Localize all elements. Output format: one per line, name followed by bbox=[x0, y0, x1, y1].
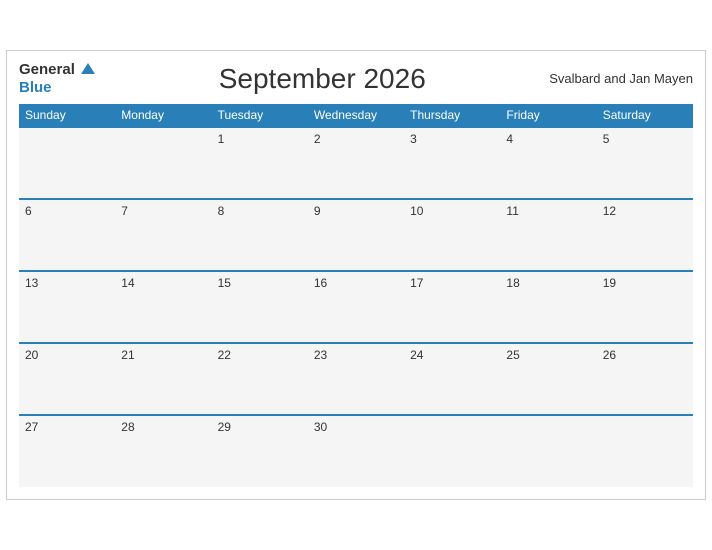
day-cell-28: 28 bbox=[115, 415, 211, 487]
day-cell-18: 18 bbox=[500, 271, 596, 343]
day-cell-15: 15 bbox=[212, 271, 308, 343]
day-number-15: 15 bbox=[218, 276, 231, 290]
day-number-16: 16 bbox=[314, 276, 327, 290]
day-number-18: 18 bbox=[506, 276, 519, 290]
day-number-27: 27 bbox=[25, 420, 38, 434]
day-cell-27: 27 bbox=[19, 415, 115, 487]
day-number-28: 28 bbox=[121, 420, 134, 434]
weekday-header-sunday: Sunday bbox=[19, 104, 115, 127]
day-number-1: 1 bbox=[218, 132, 225, 146]
day-number-29: 29 bbox=[218, 420, 231, 434]
week-row-1: 1 2 3 4 5 bbox=[19, 127, 693, 199]
day-number-4: 4 bbox=[506, 132, 513, 146]
day-cell-22: 22 bbox=[212, 343, 308, 415]
weekday-header-wednesday: Wednesday bbox=[308, 104, 404, 127]
day-cell-7: 7 bbox=[115, 199, 211, 271]
week-row-5: 27 28 29 30 bbox=[19, 415, 693, 487]
calendar-header: General Blue September 2026 Svalbard and… bbox=[19, 61, 693, 96]
week-row-3: 13 14 15 16 17 18 19 bbox=[19, 271, 693, 343]
day-number-10: 10 bbox=[410, 204, 423, 218]
day-cell-2: 2 bbox=[308, 127, 404, 199]
day-number-26: 26 bbox=[603, 348, 616, 362]
day-cell-29: 29 bbox=[212, 415, 308, 487]
day-cell-4: 4 bbox=[500, 127, 596, 199]
day-number-20: 20 bbox=[25, 348, 38, 362]
logo-blue-text: Blue bbox=[19, 79, 52, 96]
day-cell-12: 12 bbox=[597, 199, 693, 271]
day-number-23: 23 bbox=[314, 348, 327, 362]
day-number-3: 3 bbox=[410, 132, 417, 146]
day-cell-17: 17 bbox=[404, 271, 500, 343]
weekday-header-monday: Monday bbox=[115, 104, 211, 127]
empty-cell bbox=[19, 127, 115, 199]
day-cell-19: 19 bbox=[597, 271, 693, 343]
day-number-2: 2 bbox=[314, 132, 321, 146]
day-cell-20: 20 bbox=[19, 343, 115, 415]
weekday-header-friday: Friday bbox=[500, 104, 596, 127]
weekday-header-row: SundayMondayTuesdayWednesdayThursdayFrid… bbox=[19, 104, 693, 127]
day-cell-21: 21 bbox=[115, 343, 211, 415]
day-number-17: 17 bbox=[410, 276, 423, 290]
day-cell-1: 1 bbox=[212, 127, 308, 199]
day-number-11: 11 bbox=[506, 204, 518, 218]
empty-cell bbox=[597, 415, 693, 487]
day-cell-5: 5 bbox=[597, 127, 693, 199]
day-cell-10: 10 bbox=[404, 199, 500, 271]
calendar-grid: SundayMondayTuesdayWednesdayThursdayFrid… bbox=[19, 104, 693, 487]
day-number-6: 6 bbox=[25, 204, 32, 218]
calendar-container: General Blue September 2026 Svalbard and… bbox=[6, 50, 706, 500]
weekday-header-saturday: Saturday bbox=[597, 104, 693, 127]
weekday-header-thursday: Thursday bbox=[404, 104, 500, 127]
day-cell-25: 25 bbox=[500, 343, 596, 415]
day-cell-6: 6 bbox=[19, 199, 115, 271]
day-cell-26: 26 bbox=[597, 343, 693, 415]
day-number-9: 9 bbox=[314, 204, 321, 218]
day-cell-30: 30 bbox=[308, 415, 404, 487]
day-cell-23: 23 bbox=[308, 343, 404, 415]
week-row-2: 6 7 8 9 10 11 12 bbox=[19, 199, 693, 271]
logo: General Blue bbox=[19, 61, 95, 96]
logo-top: General bbox=[19, 61, 95, 79]
logo-triangle-icon bbox=[81, 63, 95, 74]
day-number-30: 30 bbox=[314, 420, 327, 434]
day-cell-9: 9 bbox=[308, 199, 404, 271]
day-cell-16: 16 bbox=[308, 271, 404, 343]
day-cell-3: 3 bbox=[404, 127, 500, 199]
weekday-header-tuesday: Tuesday bbox=[212, 104, 308, 127]
month-title: September 2026 bbox=[95, 63, 549, 95]
day-cell-8: 8 bbox=[212, 199, 308, 271]
empty-cell bbox=[500, 415, 596, 487]
week-row-4: 20 21 22 23 24 25 26 bbox=[19, 343, 693, 415]
empty-cell bbox=[115, 127, 211, 199]
day-number-22: 22 bbox=[218, 348, 231, 362]
day-number-8: 8 bbox=[218, 204, 225, 218]
day-number-5: 5 bbox=[603, 132, 610, 146]
day-cell-11: 11 bbox=[500, 199, 596, 271]
day-number-12: 12 bbox=[603, 204, 616, 218]
day-cell-14: 14 bbox=[115, 271, 211, 343]
day-number-7: 7 bbox=[121, 204, 128, 218]
logo-general-text: General bbox=[19, 61, 75, 78]
day-cell-13: 13 bbox=[19, 271, 115, 343]
day-number-13: 13 bbox=[25, 276, 38, 290]
day-number-24: 24 bbox=[410, 348, 423, 362]
day-cell-24: 24 bbox=[404, 343, 500, 415]
day-number-25: 25 bbox=[506, 348, 519, 362]
day-number-21: 21 bbox=[121, 348, 134, 362]
day-number-19: 19 bbox=[603, 276, 616, 290]
region-label: Svalbard and Jan Mayen bbox=[549, 71, 693, 86]
day-number-14: 14 bbox=[121, 276, 134, 290]
empty-cell bbox=[404, 415, 500, 487]
